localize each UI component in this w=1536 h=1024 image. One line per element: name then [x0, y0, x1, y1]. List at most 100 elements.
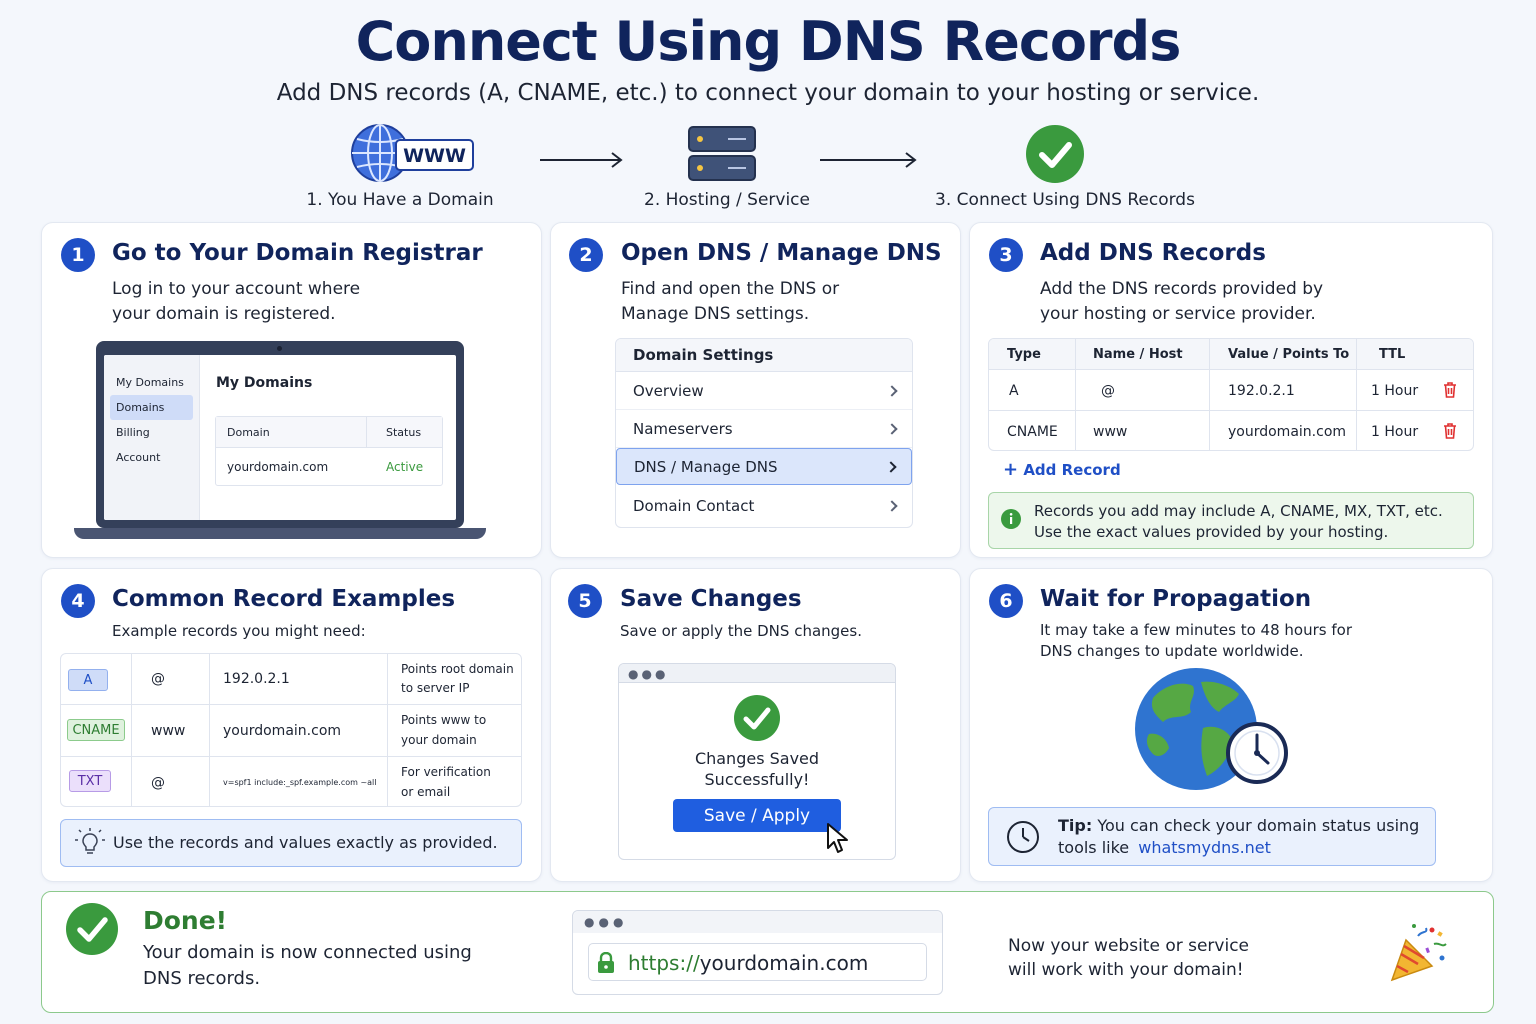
camera-dot — [277, 346, 282, 351]
clock-icon — [1006, 820, 1040, 854]
record-type: CNAME — [1007, 423, 1058, 440]
step-number: 2 — [569, 238, 603, 272]
card-desc: your hosting or service provider. — [1040, 304, 1316, 324]
done-right-text: Now your website or service — [1008, 936, 1250, 956]
trash-icon[interactable] — [1442, 422, 1458, 440]
sidebar-item-domains[interactable]: Domains — [110, 395, 193, 420]
menu-item-nameservers[interactable]: Nameservers — [616, 411, 912, 448]
done-title: Done! — [143, 906, 228, 935]
laptop-sidebar: My Domains Domains Billing Account — [104, 355, 200, 520]
card-desc: It may take a few minutes to 48 hours fo… — [1040, 621, 1352, 639]
menu-item-overview[interactable]: Overview — [616, 373, 912, 410]
dns-records-table: Type Name / Host Value / Points To TTL A… — [988, 338, 1474, 451]
domain-settings-list: Domain Settings Overview Nameservers DNS… — [615, 338, 913, 528]
tip-line-1: Tip: You can check your domain status us… — [1058, 816, 1419, 835]
whatsmydns-link[interactable]: whatsmydns.net — [1138, 838, 1271, 857]
note-line-2: Use the exact values provided by your ho… — [1034, 523, 1389, 541]
example-value: v=spf1 include:_spf.example.com ~all — [223, 778, 377, 787]
example-note: your domain — [401, 733, 477, 747]
col-type: Type — [1007, 347, 1041, 362]
party-popper-icon — [1388, 922, 1450, 984]
record-type: A — [1009, 382, 1019, 399]
type-badge-cname: CNAME — [67, 719, 125, 741]
menu-item-manage-dns[interactable]: DNS / Manage DNS — [616, 448, 912, 485]
step-number: 3 — [989, 238, 1023, 272]
card-desc: Log in to your account where — [112, 279, 361, 299]
card-desc: Add the DNS records provided by — [1040, 279, 1324, 299]
chevron-right-icon — [886, 423, 898, 435]
sidebar-item-account[interactable]: Account — [110, 445, 193, 470]
chevron-right-icon — [885, 460, 897, 473]
col-domain: Domain — [227, 426, 270, 439]
sidebar-item-my-domains[interactable]: My Domains — [110, 370, 193, 395]
lightbulb-icon — [74, 827, 106, 859]
type-badge-a: A — [68, 669, 108, 691]
col-status: Status — [386, 426, 422, 439]
menu-item-domain-contact[interactable]: Domain Contact — [616, 486, 912, 526]
card-title: Common Record Examples — [112, 586, 456, 612]
flow-step-2: 2. Hosting / Service — [644, 190, 810, 210]
globe-clock-icon — [1133, 668, 1291, 796]
example-note: or email — [401, 785, 451, 799]
example-name: @ — [151, 671, 165, 687]
example-name: @ — [151, 774, 165, 791]
example-note: Points root domain — [401, 662, 514, 676]
check-circle-icon — [733, 694, 781, 742]
tip-line-2: tools like whatsmydns.net — [1058, 838, 1271, 857]
laptop-heading: My Domains — [216, 375, 313, 391]
col-ttl: TTL — [1379, 347, 1406, 362]
example-note: Points www to — [401, 713, 487, 727]
browser-window: ●●● https://yourdomain.com — [572, 910, 943, 995]
chevron-right-icon — [886, 385, 898, 397]
card-desc: Find and open the DNS or — [621, 279, 840, 299]
card-desc: Save or apply the DNS changes. — [620, 622, 862, 640]
step-number: 1 — [61, 238, 95, 272]
type-badge-txt: TXT — [69, 770, 111, 792]
cursor-icon — [826, 822, 852, 856]
col-value: Value / Points To — [1228, 347, 1350, 362]
example-name: www — [151, 722, 186, 739]
browser-titlebar — [573, 911, 942, 933]
arrow-right-icon — [820, 150, 918, 170]
card-desc: Example records you might need: — [112, 622, 366, 640]
done-desc: Your domain is now connected using — [143, 942, 472, 963]
window-dots: ●●● — [584, 915, 628, 929]
add-record-button[interactable]: + Add Record — [1003, 459, 1121, 480]
tip-text: Use the records and values exactly as pr… — [113, 833, 498, 852]
list-header: Domain Settings — [616, 339, 912, 372]
server-icon — [688, 126, 756, 182]
note-line-1: Records you add may include A, CNAME, MX… — [1034, 502, 1443, 520]
saved-message: Changes Saved — [694, 749, 820, 768]
example-value: 192.0.2.1 — [223, 671, 290, 687]
row-status: Active — [386, 460, 424, 474]
record-value: yourdomain.com — [1228, 423, 1347, 440]
url-host: yourdomain.com — [699, 951, 869, 975]
info-icon — [1001, 509, 1021, 529]
plus-icon: + — [1003, 459, 1019, 480]
card-title: Go to Your Domain Registrar — [112, 240, 483, 266]
example-value: yourdomain.com — [223, 722, 342, 739]
sidebar-item-billing[interactable]: Billing — [110, 420, 193, 445]
trash-icon[interactable] — [1442, 381, 1458, 399]
record-name: @ — [1101, 382, 1115, 399]
example-note: to server IP — [401, 681, 470, 695]
card-title: Wait for Propagation — [1040, 586, 1312, 612]
card-desc: Manage DNS settings. — [621, 304, 810, 324]
record-examples-table: A @ 192.0.2.1 Points root domain to serv… — [60, 653, 522, 807]
check-circle-icon — [65, 902, 119, 956]
col-name: Name / Host — [1093, 347, 1183, 362]
domain-table: Domain Status yourdomain.com Active — [215, 416, 443, 486]
url-scheme: https:// — [628, 951, 700, 975]
done-desc: DNS records. — [143, 968, 261, 989]
card-desc: DNS changes to update worldwide. — [1040, 642, 1304, 660]
url-text: https://yourdomain.com — [628, 951, 868, 975]
record-value: 192.0.2.1 — [1228, 382, 1295, 399]
save-apply-button[interactable]: Save / Apply — [673, 799, 841, 832]
card-title: Save Changes — [620, 586, 802, 612]
lock-icon — [597, 951, 615, 974]
www-label: WWW — [403, 145, 466, 167]
arrow-right-icon — [540, 150, 624, 170]
record-name: www — [1093, 423, 1128, 440]
row-domain[interactable]: yourdomain.com — [227, 460, 328, 474]
laptop-screen: My Domains Domains Billing Account My Do… — [104, 355, 456, 520]
